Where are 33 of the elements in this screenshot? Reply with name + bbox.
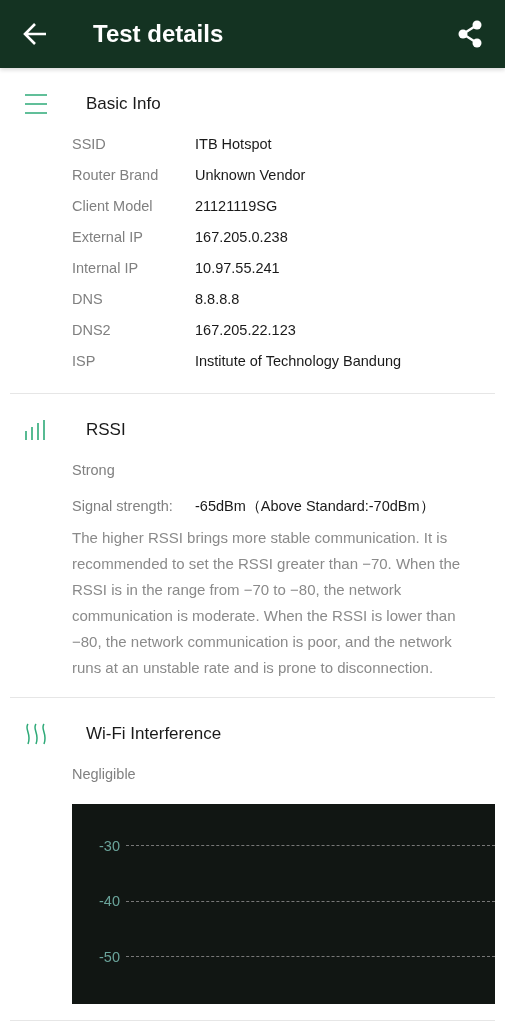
field-label: DNS2 [72, 321, 112, 340]
field-label: ISP [72, 352, 97, 371]
field-value: Institute of Technology Bandung [195, 352, 403, 371]
field-value: ITB Hotspot [195, 135, 273, 154]
field-value: Unknown Vendor [195, 166, 307, 185]
field-label: External IP [72, 228, 144, 247]
field-value: -65dBm（Above Standard:-70dBm） [195, 497, 435, 516]
field-label: SSID [72, 135, 107, 154]
field-label: DNS [72, 290, 104, 309]
status-text: Negligible [72, 765, 137, 784]
field-label: Signal strength: [72, 497, 174, 516]
field-value: 21121119SG [195, 197, 279, 216]
screen-title: Test details [93, 20, 225, 48]
signal-bars-icon [24, 419, 48, 441]
section-title: Basic Info [86, 94, 161, 114]
status-text: Strong [72, 461, 116, 480]
axis-label: -50 [98, 948, 121, 965]
field-value: 10.97.55.241 [195, 259, 281, 278]
section-title: RSSI [86, 420, 126, 440]
axis-label: -40 [98, 893, 121, 910]
field-value: 167.205.0.238 [195, 228, 289, 247]
back-arrow-icon[interactable] [22, 21, 48, 47]
share-icon[interactable] [457, 20, 483, 48]
wavy-lines-icon [24, 723, 48, 745]
field-label: Router Brand [72, 166, 160, 185]
field-label: Internal IP [72, 259, 140, 278]
axis-label: -30 [98, 837, 121, 854]
section-title: Wi-Fi Interference [86, 724, 222, 744]
field-value: 167.205.22.123 [195, 321, 297, 340]
description-text: The higher RSSI brings more stable communication. It is recommended to set the RSSI greater than −70. When the RSSI is in the range from −70 to −80, the network communication is moderate. When the RSSI is lower than −80, the network communication is poor, and the network runs at an unstable rate and is prone to disconnection. [72, 528, 462, 678]
list-lines-icon [24, 93, 48, 115]
field-label: Client Model [72, 197, 154, 216]
field-value: 8.8.8.8 [195, 290, 241, 309]
